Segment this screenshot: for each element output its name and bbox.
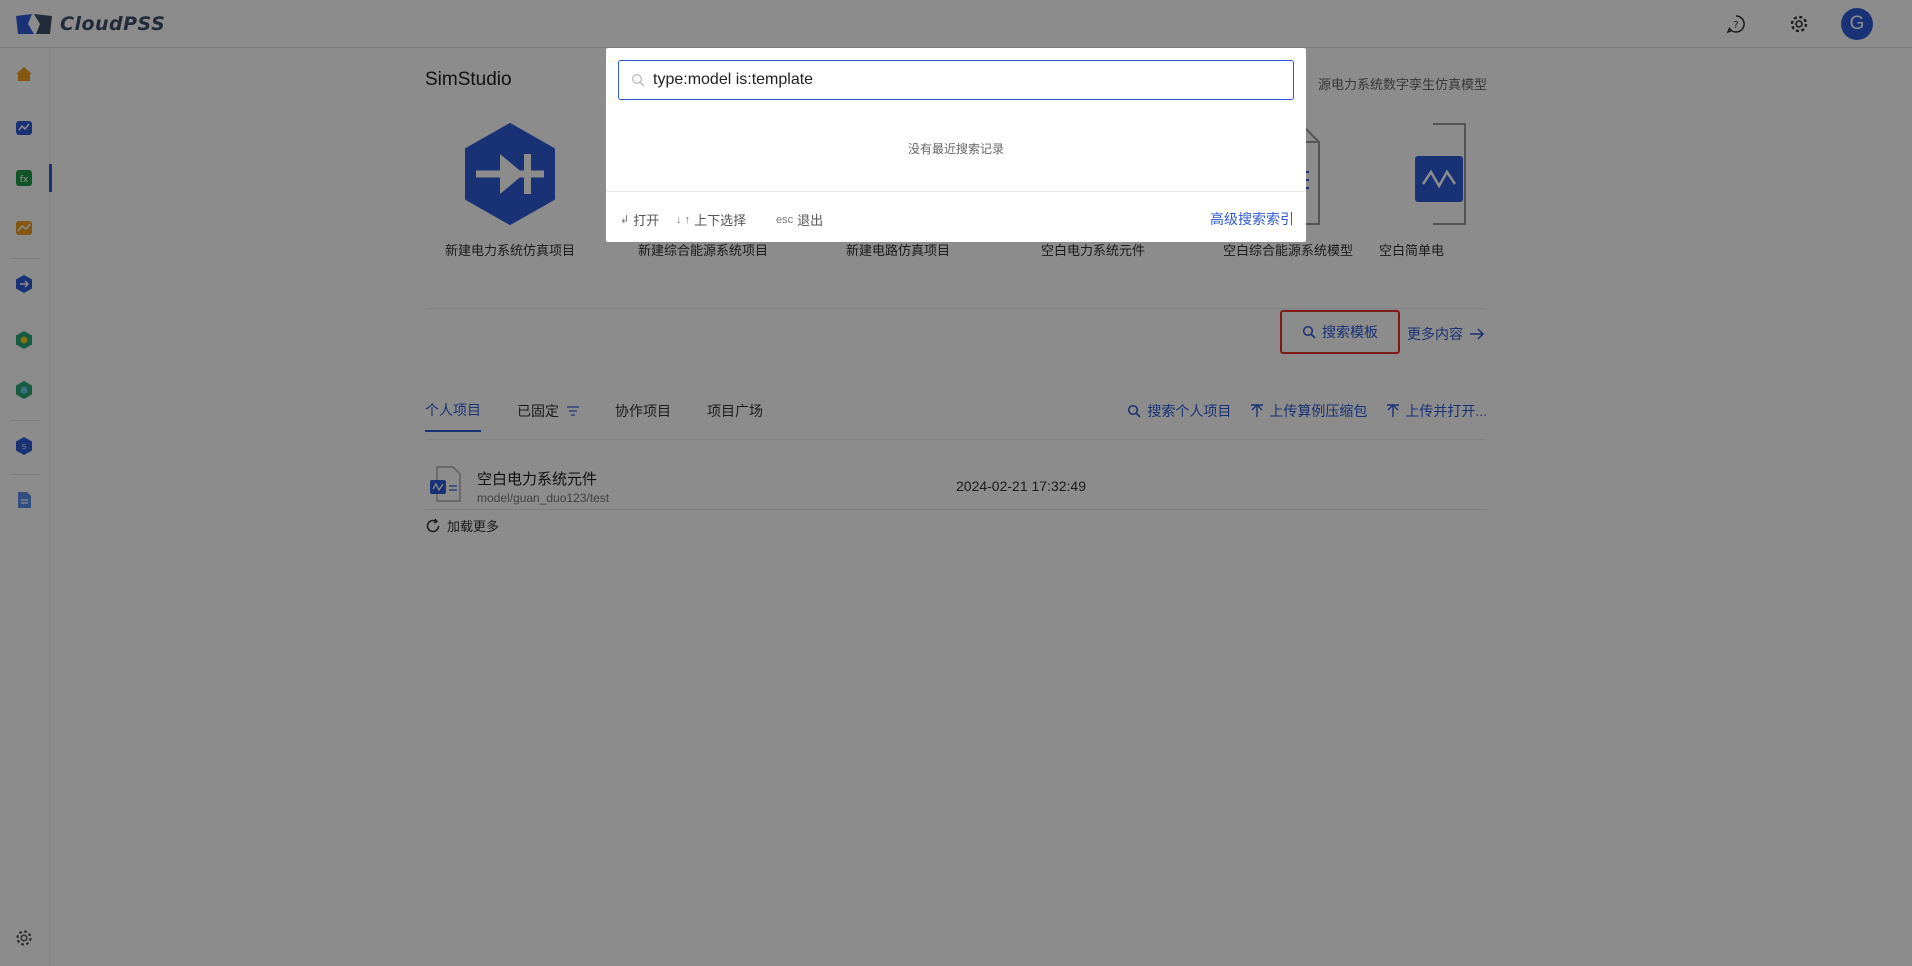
hint-label: 退出 bbox=[797, 213, 824, 228]
advanced-search-link[interactable]: 高级搜索索引 bbox=[1210, 209, 1294, 229]
enter-key-icon: ↲ bbox=[620, 214, 630, 226]
search-modal: 没有最近搜索记录 ↲ 打开 ↓ ↑ 上下选择 esc 退出 高级搜索索引 bbox=[606, 48, 1306, 242]
hint-exit: esc 退出 bbox=[776, 210, 823, 229]
no-recent-searches: 没有最近搜索记录 bbox=[907, 142, 1004, 156]
hint-navigate: ↓ ↑ 上下选择 bbox=[676, 210, 746, 229]
esc-key-icon: esc bbox=[776, 213, 794, 226]
search-input[interactable] bbox=[653, 71, 1273, 89]
search-input-wrapper[interactable] bbox=[618, 60, 1294, 100]
search-icon bbox=[632, 74, 645, 87]
hint-open: ↲ 打开 bbox=[620, 210, 659, 229]
search-modal-footer: ↲ 打开 ↓ ↑ 上下选择 esc 退出 高级搜索索引 bbox=[606, 191, 1306, 242]
arrow-keys-icon: ↓ ↑ bbox=[676, 213, 691, 226]
hint-label: 上下选择 bbox=[694, 213, 747, 228]
hint-label: 打开 bbox=[633, 213, 660, 228]
